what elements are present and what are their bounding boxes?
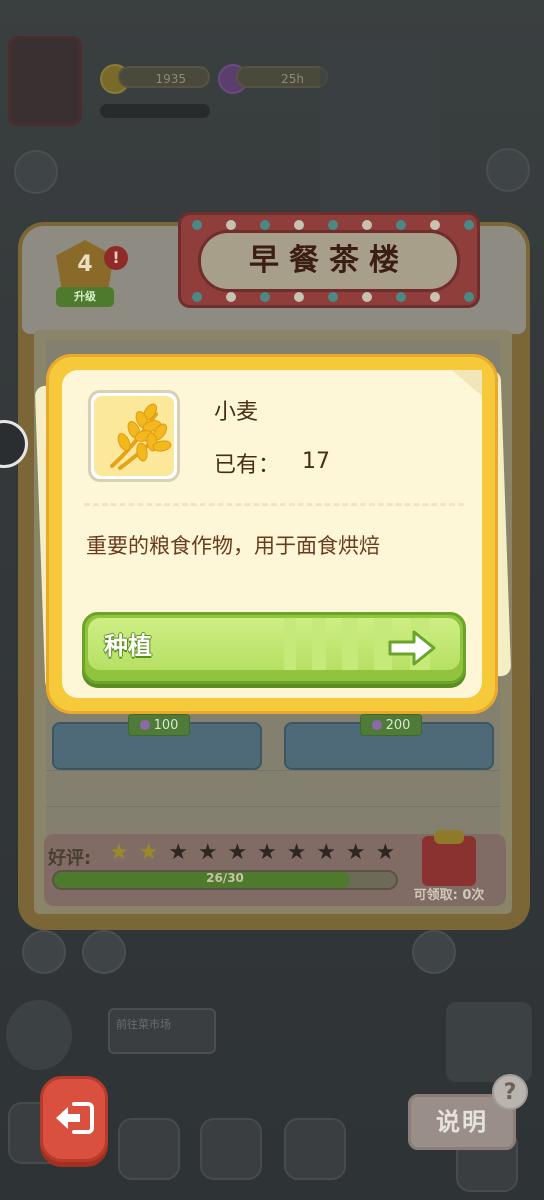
stall-price-tag-2: 200	[360, 714, 422, 736]
bottom-nav-item-2[interactable]	[118, 1118, 180, 1180]
sign-bulb	[192, 292, 202, 302]
rating-progress-text: 26/30	[206, 871, 244, 885]
sign-bulb	[192, 220, 202, 230]
divider	[84, 503, 464, 506]
wheat-icon	[110, 403, 172, 470]
wall-line	[46, 806, 500, 807]
player-avatar[interactable]	[8, 36, 82, 126]
button-stripe	[312, 618, 326, 670]
bottom-nav-item-3[interactable]	[200, 1118, 262, 1180]
upgrade-button[interactable]: 升级	[56, 287, 114, 307]
button-stripe	[342, 618, 358, 670]
bottom-nav-item-4[interactable]	[284, 1118, 346, 1180]
star-empty-icon: ★	[227, 840, 248, 865]
sign-bulb	[226, 292, 236, 302]
gem-icon	[371, 720, 382, 730]
sign-bulb	[430, 292, 440, 302]
sign-bulb	[260, 220, 270, 230]
menu-icon[interactable]	[14, 150, 58, 194]
star-empty-icon: ★	[375, 840, 396, 865]
side-icon-left[interactable]	[22, 930, 66, 974]
sign-bulb	[226, 220, 236, 230]
sign-bulb	[362, 220, 372, 230]
sign-bulb	[328, 292, 338, 302]
sign-bulb	[396, 220, 406, 230]
button-stripe	[284, 618, 296, 670]
sign-bulb	[430, 220, 440, 230]
claim-count-text: 可领取: 0次	[413, 888, 485, 903]
stall-price-1: 100	[153, 718, 179, 733]
owned-count: 17	[302, 449, 330, 474]
arrow-right-icon[interactable]	[386, 628, 438, 668]
coin-counter: 1935	[118, 66, 210, 88]
star-empty-icon: ★	[286, 840, 307, 865]
sign-bulb	[328, 220, 338, 230]
sign-bulb	[294, 220, 304, 230]
star-filled-icon: ★	[138, 840, 159, 865]
task-npc-avatar[interactable]	[6, 1000, 72, 1070]
wall-line	[46, 770, 500, 771]
star-empty-icon: ★	[168, 840, 189, 865]
sign-bulb	[464, 220, 474, 230]
background-tree	[320, 40, 440, 220]
alert-badge: !	[104, 246, 128, 270]
star-empty-icon: ★	[197, 840, 218, 865]
plant-button-label[interactable]: 种植	[104, 626, 152, 661]
stall-price-2: 200	[385, 718, 411, 733]
shop-title: 早餐茶楼	[198, 230, 460, 292]
task-hint-box[interactable]: 前往菜市场	[108, 1008, 216, 1054]
item-image	[94, 396, 174, 476]
owned-label: 已有：	[214, 453, 281, 478]
gift-bow	[434, 830, 464, 844]
sign-bulb	[464, 292, 474, 302]
gem-counter: 25h	[236, 66, 328, 88]
star-empty-icon: ★	[345, 840, 366, 865]
sign-bulb	[294, 292, 304, 302]
side-icon-left-2[interactable]	[82, 930, 126, 974]
settings-gear-icon[interactable]	[486, 148, 530, 192]
sign-bulb	[260, 292, 270, 302]
rating-label: 好评:	[48, 848, 92, 869]
right-feature-icon[interactable]	[446, 1002, 532, 1082]
exp-bar	[100, 104, 210, 118]
stall-price-tag-1: 100	[128, 714, 190, 736]
sign-bulb	[362, 292, 372, 302]
star-empty-icon: ★	[316, 840, 337, 865]
gem-icon	[139, 720, 150, 730]
exit-arrow-icon	[56, 1102, 94, 1134]
side-icon-right[interactable]	[412, 930, 456, 974]
help-icon[interactable]: ?	[492, 1074, 528, 1110]
sign-bulb	[396, 292, 406, 302]
item-name: 小麦	[214, 400, 259, 425]
item-description: 重要的粮食作物，用于面食烘焙	[86, 534, 380, 558]
star-filled-icon: ★	[109, 840, 129, 865]
star-empty-icon: ★	[257, 840, 277, 865]
